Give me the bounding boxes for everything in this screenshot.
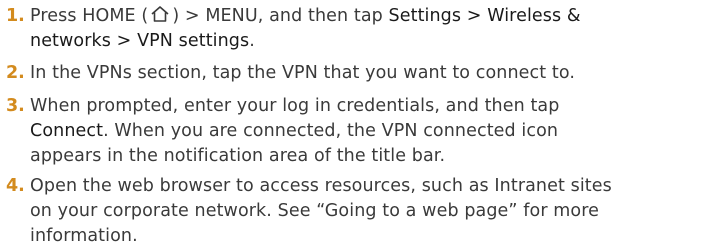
- home-icon: [150, 5, 170, 23]
- step-text: When prompted, enter your log in credent…: [30, 94, 720, 169]
- ui-term: Connect: [30, 121, 104, 141]
- step-line: Press HOME ( ) > MENU, and then tap Setti…: [30, 4, 720, 29]
- step-line: Open the web browser to access resources…: [30, 176, 612, 196]
- step-text: Open the web browser to access resources…: [30, 174, 720, 249]
- step-line: In the VPNs section, tap the VPN that yo…: [30, 63, 576, 83]
- step-line: on your corporate network. See “Going to…: [30, 201, 600, 221]
- step-number: 3.: [6, 96, 25, 116]
- step-line: Connect. When you are connected, the VPN…: [30, 119, 720, 144]
- step-text-segment: Press HOME (: [30, 6, 149, 26]
- step-text: Press HOME ( ) > MENU, and then tap Setti…: [30, 4, 720, 54]
- step-text-segment: . When you are connected, the VPN connec…: [103, 121, 559, 141]
- step-line: networks > VPN settings.: [30, 29, 720, 54]
- step-text: In the VPNs section, tap the VPN that yo…: [30, 61, 720, 86]
- step-text-segment: .: [249, 31, 255, 51]
- step-number: 2.: [6, 63, 25, 83]
- step-number: 4.: [6, 176, 25, 196]
- step-line: appears in the notification area of the …: [30, 146, 446, 166]
- document-page: 1. Press HOME ( ) > MENU, and then tap Se…: [0, 0, 722, 252]
- step-text-segment: ) > MENU, and then tap: [172, 6, 389, 26]
- ui-term: Settings > Wireless &: [388, 6, 581, 26]
- step-line: When prompted, enter your log in credent…: [30, 96, 560, 116]
- step-line: information.: [30, 226, 138, 246]
- ui-term: networks > VPN settings: [30, 31, 250, 51]
- step-number: 1.: [6, 6, 25, 26]
